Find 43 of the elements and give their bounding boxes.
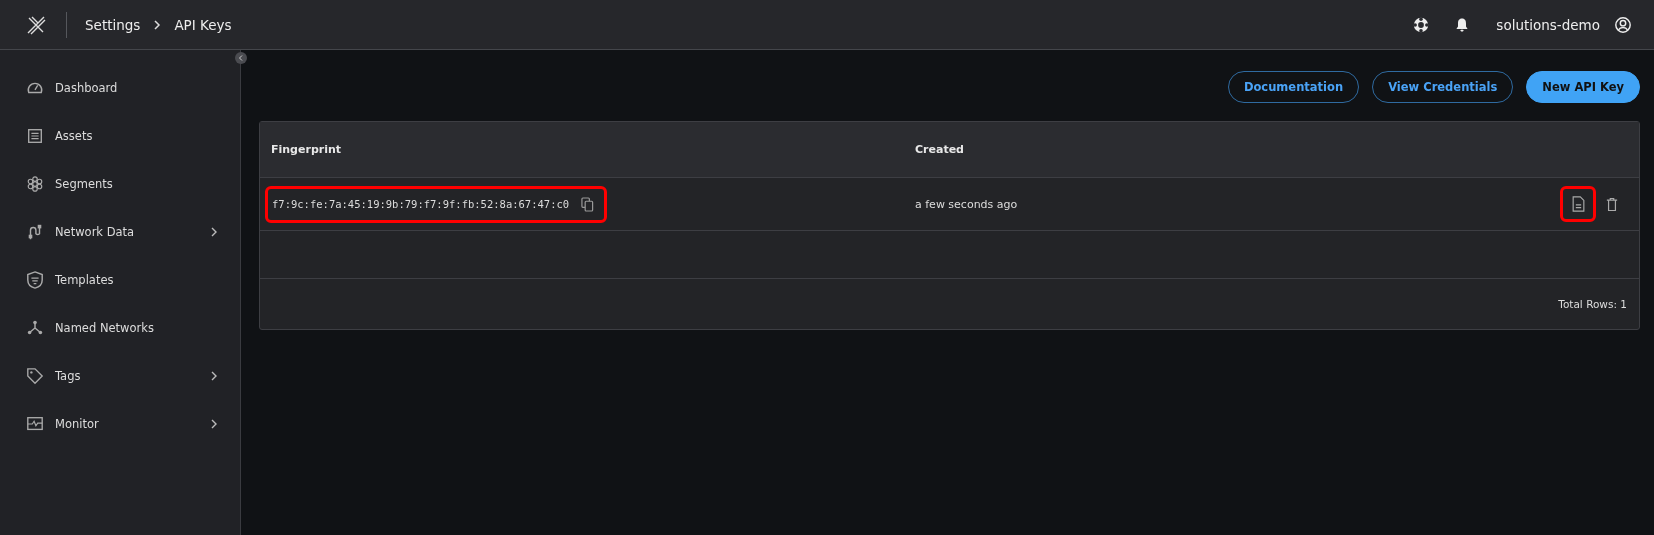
logo-icon[interactable]	[26, 14, 46, 35]
help-icon[interactable]	[1412, 15, 1431, 34]
nav-label: Monitor	[55, 417, 100, 431]
fingerprint-text: f7:9c:fe:7a:45:19:9b:79:f7:9f:fb:52:8a:67:47:c0	[272, 198, 570, 210]
nav-item[interactable]: Tags	[0, 352, 240, 400]
nav-item[interactable]: Templates	[0, 256, 240, 304]
nav-label: Segments	[55, 177, 114, 191]
chevron-right-icon	[210, 371, 218, 381]
breadcrumb-item[interactable]: Settings	[85, 16, 141, 33]
document-icon[interactable]	[1571, 196, 1585, 212]
hexagon-cluster-icon	[26, 175, 44, 193]
breadcrumb-item: API Keys	[174, 16, 232, 33]
network-icon	[26, 319, 44, 337]
nav-label: Named Networks	[55, 321, 155, 335]
nav-item[interactable]: Segments	[0, 160, 240, 208]
nav-item[interactable]: Dashboard	[0, 64, 240, 112]
tag-icon	[26, 367, 44, 385]
chevron-right-icon	[153, 19, 162, 30]
nav-item[interactable]: Network Data	[0, 208, 240, 256]
nav-label: Templates	[55, 273, 115, 287]
nav-label: Dashboard	[55, 81, 119, 95]
nav-label: Network Data	[55, 225, 136, 239]
monitor-icon	[26, 415, 44, 433]
user-name[interactable]: solutions-demo	[1496, 16, 1600, 33]
toolbar-button[interactable]: New API Key	[1526, 71, 1640, 103]
trash-icon[interactable]	[1606, 196, 1618, 212]
list-icon	[26, 127, 44, 145]
shield-icon	[26, 271, 44, 289]
nav-label: Tags	[55, 369, 82, 383]
nav-item[interactable]: Named Networks	[0, 304, 240, 352]
table-cell-text: a few seconds ago	[915, 197, 1019, 211]
collapse-icon[interactable]	[235, 52, 247, 64]
column-header: Fingerprint	[271, 143, 343, 156]
nav-item[interactable]: Monitor	[0, 400, 240, 448]
user-icon[interactable]	[1614, 15, 1632, 34]
column-header: Created	[915, 143, 965, 156]
nav-item[interactable]: Assets	[0, 112, 240, 160]
cable-icon	[26, 223, 44, 241]
copy-icon[interactable]	[581, 196, 595, 212]
total-rows-text: Total Rows: 1	[1558, 298, 1627, 310]
nav-label: Assets	[55, 129, 94, 143]
chevron-right-icon	[210, 419, 218, 429]
chevron-right-icon	[210, 227, 218, 237]
